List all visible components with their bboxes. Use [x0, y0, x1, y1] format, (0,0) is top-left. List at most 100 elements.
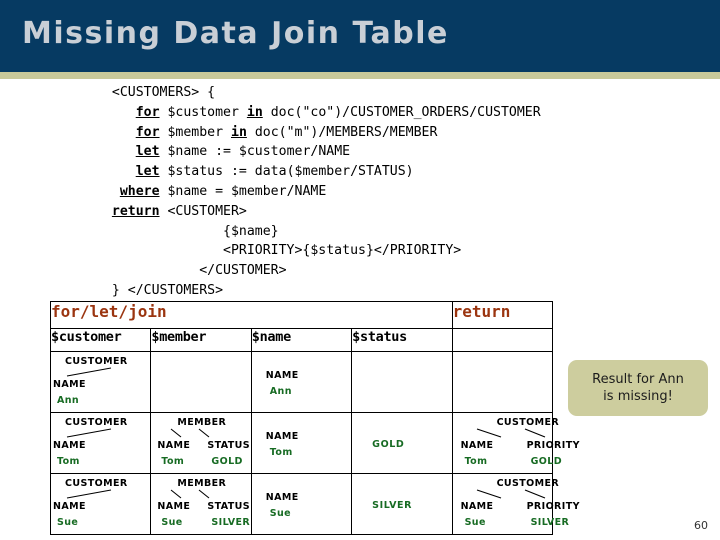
table-row: CUSTOMER NAME Tom MEMBER NAME Tom STATUS GOLD NA…: [49, 412, 580, 474]
cell-name: NAME Sue: [250, 473, 353, 535]
tree-child-label: NAME: [53, 501, 86, 512]
name-fragment: NAME Ann: [252, 352, 351, 412]
tree-child-label: STATUS: [207, 501, 251, 512]
code-text: <CUSTOMERS> {: [96, 85, 216, 100]
code-keyword: for: [135, 124, 160, 140]
tree-child-value: SILVER: [211, 517, 251, 528]
page-title: Missing Data Join Table: [22, 16, 449, 51]
cell-status: GOLD: [351, 412, 453, 474]
fragment-value: Ann: [269, 386, 292, 397]
code-text: $status := data($member/STATUS): [159, 164, 414, 180]
code-text: } </CUSTOMERS>: [96, 282, 224, 298]
code-text: $member: [159, 124, 231, 140]
status-value: SILVER: [372, 500, 413, 511]
code-line: </CUSTOMER>: [96, 261, 656, 281]
element-tree: MEMBER NAME Tom STATUS GOLD: [151, 413, 250, 473]
title-banner: Missing Data Join Table: [0, 0, 720, 72]
element-tree: CUSTOMER NAME Sue: [51, 474, 150, 534]
cell-customer: CUSTOMER NAME Tom: [49, 412, 152, 474]
cell-status: [351, 351, 453, 413]
tree-child-label: STATUS: [207, 440, 251, 451]
name-fragment: NAME Tom: [252, 413, 351, 473]
code-line: return <CUSTOMER>: [96, 202, 656, 222]
cell-return: CUSTOMER NAME Sue PRIORITY SILVER: [451, 473, 580, 535]
code-line: for $customer in doc("co")/CUSTOMER_ORDE…: [96, 103, 656, 123]
xquery-code-block: <CUSTOMERS> { for $customer in doc("co")…: [96, 83, 656, 301]
cell-member: MEMBER NAME Sue STATUS SILVER: [150, 473, 252, 535]
code-text: $customer: [159, 104, 247, 120]
fragment-label: NAME: [265, 431, 299, 442]
title-divider-rule: [0, 72, 720, 79]
missing-result-callout: Result for Ann is missing!: [568, 360, 708, 416]
element-tree: MEMBER NAME Sue STATUS SILVER: [151, 474, 250, 534]
element-tree: CUSTOMER NAME Tom PRIORITY GOLD: [453, 413, 580, 473]
table-group-header-row: for/let/join return: [50, 301, 554, 329]
name-fragment: NAME Sue: [252, 474, 351, 534]
col-header-name: $name: [250, 328, 353, 352]
cell-return: CUSTOMER NAME Tom PRIORITY GOLD: [451, 412, 580, 474]
fragment-label: NAME: [265, 492, 299, 503]
tree-child-label: NAME: [460, 440, 494, 451]
tree-child-value: Tom: [464, 456, 488, 467]
col-header-member: $member: [150, 328, 252, 352]
tree-child-value: SILVER: [530, 517, 570, 528]
page-number: 60: [694, 519, 708, 532]
cell-member: [150, 351, 252, 413]
tree-child-label: PRIORITY: [526, 501, 580, 512]
cell-status: SILVER: [351, 473, 453, 535]
code-line: let $status := data($member/STATUS): [96, 162, 656, 182]
tree-child-label: NAME: [460, 501, 494, 512]
fragment-label: NAME: [265, 370, 299, 381]
code-text: <CUSTOMER>: [159, 203, 247, 219]
join-result-table: for/let/join return $customer $member $n…: [49, 301, 580, 535]
code-keyword: in: [231, 124, 247, 140]
code-line: <PRIORITY>{$status}</PRIORITY>: [96, 241, 656, 261]
table-row: CUSTOMER NAME Sue MEMBER NAME Sue STATUS SILVER…: [49, 473, 580, 535]
status-value: GOLD: [372, 439, 405, 450]
col-header-return-blank: [451, 328, 554, 352]
code-line: for $member in doc("m")/MEMBERS/MEMBER: [96, 123, 656, 143]
callout-line-2: is missing!: [603, 389, 673, 404]
group-header-forletjoin: for/let/join: [50, 301, 453, 329]
code-keyword: where: [119, 183, 160, 199]
code-keyword: let: [135, 164, 160, 180]
code-line: <CUSTOMERS> {: [96, 83, 656, 103]
tree-child-value: Ann: [57, 395, 80, 406]
table-body: CUSTOMER NAME Ann NAME Ann CUSTOMER NAME Tom MEM…: [49, 351, 580, 535]
cell-name: NAME Tom: [250, 412, 353, 474]
tree-child-label: NAME: [157, 440, 191, 451]
code-text: <PRIORITY>{$status}</PRIORITY>: [96, 243, 462, 259]
code-text: $name := $customer/NAME: [159, 144, 351, 160]
code-text: </CUSTOMER>: [96, 263, 287, 279]
code-keyword: let: [135, 144, 160, 160]
callout-line-1: Result for Ann: [592, 372, 684, 387]
tree-child-value: GOLD: [211, 456, 243, 467]
fragment-value: Sue: [269, 508, 292, 519]
code-line: let $name := $customer/NAME: [96, 142, 656, 162]
cell-customer: CUSTOMER NAME Ann: [49, 351, 152, 413]
code-keyword: for: [135, 104, 160, 120]
code-text: {$name}: [96, 223, 279, 239]
tree-child-label: NAME: [53, 440, 86, 451]
code-line: where $name = $member/NAME: [96, 182, 656, 202]
tree-child-label: NAME: [157, 501, 191, 512]
element-tree: CUSTOMER NAME Tom: [51, 413, 150, 473]
tree-child-value: Tom: [57, 456, 80, 467]
tree-child-value: GOLD: [530, 456, 562, 467]
group-header-return: return: [451, 301, 554, 329]
cell-name: NAME Ann: [250, 351, 353, 413]
element-tree: CUSTOMER NAME Ann: [51, 352, 150, 412]
tree-child-label: NAME: [53, 379, 86, 390]
col-header-customer: $customer: [49, 328, 152, 352]
cell-customer: CUSTOMER NAME Sue: [49, 473, 152, 535]
element-tree: CUSTOMER NAME Sue PRIORITY SILVER: [453, 474, 580, 534]
tree-child-value: Tom: [161, 456, 185, 467]
col-header-status: $status: [351, 328, 453, 352]
code-text: doc("m")/MEMBERS/MEMBER: [246, 124, 438, 140]
tree-child-label: PRIORITY: [526, 440, 580, 451]
table-variable-header-row: $customer $member $name $status: [49, 328, 554, 352]
